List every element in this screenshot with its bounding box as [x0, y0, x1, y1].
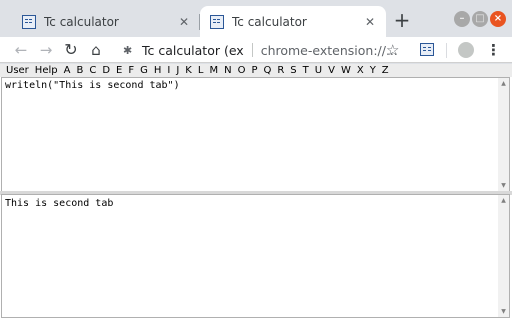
page-content: User Help A B C D E F G H I J K L M N O P Q R S T U V W X Y Z write…	[0, 64, 512, 320]
reload-icon[interactable]: ↻	[61, 40, 81, 60]
menu-item-a[interactable]: A	[64, 65, 71, 76]
tab-title: Tc calculator	[232, 14, 307, 29]
calculator-favicon-icon	[210, 14, 224, 29]
browser-menu-icon[interactable]: ⋮	[486, 40, 501, 60]
tab-tc-calculator-2[interactable]: Tc calculator ✕	[200, 6, 386, 37]
address-bar-site-title: Tc calculator (ex	[142, 42, 244, 58]
tab-close-icon[interactable]: ✕	[362, 15, 378, 29]
address-bar[interactable]: ✱ Tc calculator (ex chrome-extension://.…	[114, 38, 416, 62]
tab-strip: Tc calculator ✕ Tc calculator ✕ + – □ ×	[0, 0, 512, 37]
menu-item-j[interactable]: J	[176, 65, 179, 76]
menu-item-f[interactable]: F	[128, 65, 134, 76]
output-scrollbar[interactable]: ▲ ▼	[498, 195, 509, 317]
app-menu-bar: User Help A B C D E F G H I J K L M N O P Q R S T U V W X Y Z	[0, 64, 512, 77]
menu-item-i[interactable]: I	[167, 65, 170, 76]
toolbar-separator	[446, 43, 447, 58]
menu-item-v[interactable]: V	[328, 65, 335, 76]
forward-arrow-icon[interactable]: →	[36, 40, 56, 60]
output-panel[interactable]: This is second tab ▲ ▼	[1, 194, 510, 318]
code-editor-text: writeln("This is second tab")	[5, 80, 180, 91]
address-bar-url: chrome-extension://...	[260, 42, 398, 58]
menu-item-c[interactable]: C	[89, 65, 96, 76]
editor-scrollbar[interactable]: ▲ ▼	[498, 78, 509, 191]
menu-item-z[interactable]: Z	[382, 65, 389, 76]
tab-tc-calculator-1[interactable]: Tc calculator ✕	[12, 6, 200, 37]
menu-item-p[interactable]: P	[251, 65, 257, 76]
window-maximize-icon[interactable]: □	[472, 11, 488, 27]
menu-item-m[interactable]: M	[209, 65, 218, 76]
extension-puzzle-icon: ✱	[123, 43, 133, 57]
menu-item-user[interactable]: User	[6, 65, 29, 76]
back-arrow-icon[interactable]: ←	[11, 40, 31, 60]
output-text: This is second tab	[5, 198, 114, 209]
calculator-extension-icon[interactable]	[420, 43, 434, 56]
menu-item-x[interactable]: X	[357, 65, 364, 76]
scroll-up-arrow-icon[interactable]: ▲	[498, 195, 509, 206]
menu-item-s[interactable]: S	[290, 65, 296, 76]
tab-close-icon[interactable]: ✕	[176, 15, 192, 29]
scroll-up-arrow-icon[interactable]: ▲	[498, 78, 509, 89]
address-bar-separator	[251, 43, 253, 57]
menu-item-k[interactable]: K	[185, 65, 192, 76]
menu-item-l[interactable]: L	[198, 65, 204, 76]
profile-avatar[interactable]	[458, 42, 474, 58]
scroll-down-arrow-icon[interactable]: ▼	[498, 306, 509, 317]
menu-item-y[interactable]: Y	[370, 65, 376, 76]
window-close-icon[interactable]: ×	[490, 11, 506, 27]
code-editor[interactable]: writeln("This is second tab") ▲ ▼	[1, 77, 510, 192]
menu-item-help[interactable]: Help	[35, 65, 58, 76]
tab-title: Tc calculator	[44, 14, 119, 29]
scroll-down-arrow-icon[interactable]: ▼	[498, 180, 509, 191]
menu-item-r[interactable]: R	[277, 65, 284, 76]
new-tab-icon[interactable]: +	[391, 10, 413, 32]
menu-item-h[interactable]: H	[154, 65, 162, 76]
menu-item-q[interactable]: Q	[263, 65, 271, 76]
browser-toolbar: ← → ↻ ⌂ ✱ Tc calculator (ex chrome-exten…	[0, 37, 512, 63]
bookmark-star-icon[interactable]: ☆	[386, 40, 399, 60]
calculator-favicon-icon	[22, 14, 36, 29]
menu-item-b[interactable]: B	[76, 65, 83, 76]
menu-item-t[interactable]: T	[303, 65, 309, 76]
home-icon[interactable]: ⌂	[86, 40, 106, 60]
menu-item-o[interactable]: O	[238, 65, 246, 76]
menu-item-n[interactable]: N	[224, 65, 231, 76]
menu-item-g[interactable]: G	[140, 65, 148, 76]
menu-item-e[interactable]: E	[116, 65, 122, 76]
menu-item-u[interactable]: U	[315, 65, 322, 76]
window-minimize-icon[interactable]: –	[454, 11, 470, 27]
menu-item-w[interactable]: W	[341, 65, 351, 76]
menu-item-d[interactable]: D	[102, 65, 110, 76]
